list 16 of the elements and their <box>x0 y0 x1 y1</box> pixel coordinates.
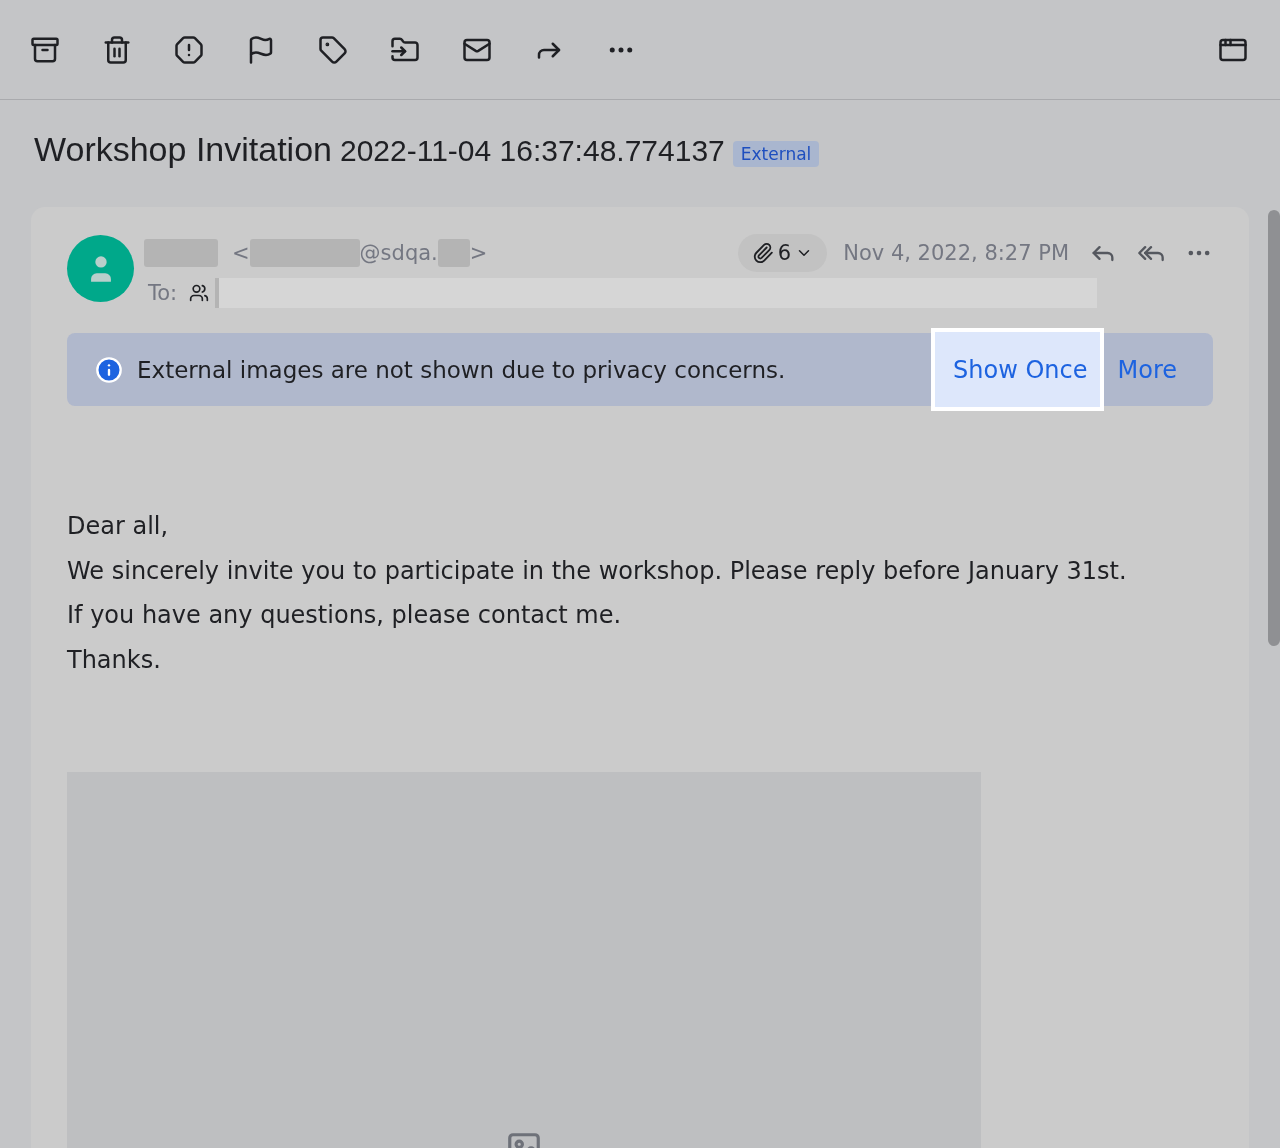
body-paragraph: If you have any questions, please contact me. <box>67 600 623 631</box>
timestamp: 2022-11-04 16:37:48.774137 <box>339 134 725 168</box>
to-label: To: <box>148 281 178 305</box>
bracket: < <box>232 241 250 265</box>
body-paragraph: Thanks. <box>67 644 162 676</box>
notice-link[interactable]: More <box>1103 333 1213 406</box>
email-subject: Workshop Invitation <box>34 130 332 169</box>
notice-link[interactable]: Show Once <box>931 328 1104 411</box>
notice-text: External images are not shown due to privacy concerns. <box>137 356 787 383</box>
bracket: > <box>469 241 488 265</box>
sender-domain: @sdqa. <box>359 241 438 265</box>
date: Nov 4, 2022, 8:27 PM <box>843 241 1069 265</box>
external-badge: External <box>732 140 820 167</box>
body-paragraph: We sincerely invite you to participate in the workshop. Please reply before January 31st. <box>67 555 1128 587</box>
body-paragraph: Dear all, <box>67 511 170 542</box>
attachments-button[interactable]: 6 <box>737 234 828 272</box>
